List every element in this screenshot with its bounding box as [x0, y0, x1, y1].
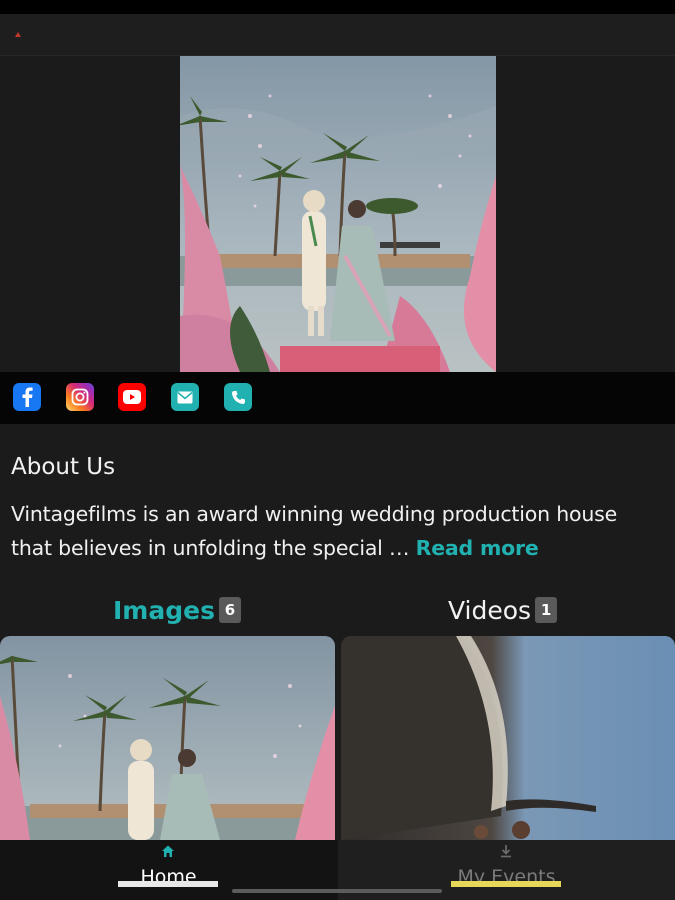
- tab-videos[interactable]: Videos 1: [448, 588, 558, 632]
- phone-icon[interactable]: [224, 383, 252, 411]
- download-icon: [501, 845, 511, 858]
- app-bar: [0, 14, 675, 56]
- image-card[interactable]: [0, 636, 335, 840]
- read-more-link[interactable]: Read more: [416, 536, 539, 560]
- tab-images-label: Images: [113, 595, 215, 625]
- status-bar: [0, 0, 675, 14]
- about-title: About Us: [11, 454, 116, 480]
- videos-count-badge: 1: [535, 597, 558, 623]
- tab-videos-label: Videos: [448, 595, 532, 625]
- nav-home-overlay-strip: [118, 881, 218, 887]
- hero-image: [180, 56, 496, 372]
- facebook-icon[interactable]: [13, 383, 41, 411]
- instagram-icon[interactable]: [66, 383, 94, 411]
- app-logo-icon: [15, 32, 21, 37]
- nav-events-overlay-strip: [451, 881, 561, 887]
- home-icon: [162, 845, 174, 857]
- youtube-icon[interactable]: [118, 383, 146, 411]
- hero-area: [0, 56, 675, 372]
- tab-images[interactable]: Images 6: [113, 588, 241, 632]
- images-count-badge: 6: [218, 597, 241, 623]
- about-text: Vintagefilms is an award winning wedding…: [11, 497, 661, 565]
- email-icon[interactable]: [171, 383, 199, 411]
- gesture-bar[interactable]: [232, 889, 442, 893]
- social-bar: [0, 372, 675, 424]
- video-card[interactable]: [341, 636, 675, 840]
- media-tabs: Images 6 Videos 1: [0, 588, 675, 632]
